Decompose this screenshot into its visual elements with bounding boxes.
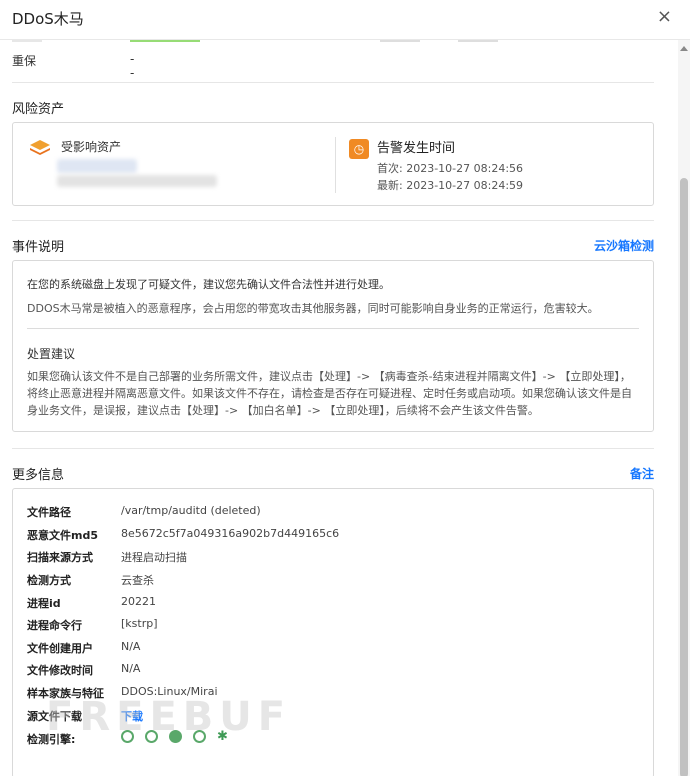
event-description-card: 在您的系统磁盘上发现了可疑文件，建议您先确认文件合法性并进行处理。 DDOS木马… — [12, 260, 654, 432]
row-value: -- — [130, 52, 135, 80]
divider — [12, 220, 654, 221]
alarm-time-label: 告警发生时间 — [377, 141, 456, 156]
row-key: 重保 — [12, 54, 37, 68]
engine-icon-3[interactable] — [169, 730, 182, 743]
first-time-value: 2023-10-27 08:24:56 — [406, 162, 524, 175]
scrollbar-thumb[interactable] — [680, 178, 688, 776]
info-key: 检测方式 — [27, 574, 71, 587]
info-key: 样本家族与特征 — [27, 687, 104, 700]
info-value: 云查杀 — [121, 574, 154, 587]
info-key: 检测引擎: — [27, 733, 76, 746]
first-alarm-time: 首次: 2023-10-27 08:24:56 — [377, 160, 523, 176]
info-key: 文件修改时间 — [27, 664, 93, 677]
scrollbar[interactable] — [678, 40, 690, 776]
last-alarm-time: 最新: 2023-10-27 08:24:59 — [377, 177, 523, 193]
section-title-risk-assets: 风险资产 — [12, 102, 65, 117]
info-value: 进程启动扫描 — [121, 551, 187, 564]
redacted-asset-name — [57, 159, 137, 173]
info-key: 进程命令行 — [27, 619, 82, 632]
info-key: 文件创建用户 — [27, 642, 93, 655]
last-label: 最新: — [377, 179, 403, 192]
vertical-divider — [335, 137, 336, 193]
scroll-up-icon[interactable] — [680, 46, 688, 51]
first-label: 首次: — [377, 162, 403, 175]
dialog-content: 重保 -- 风险资产 受影响资产 ◷ 告警发生时间 首次: 2023-10-27… — [0, 40, 678, 776]
cloud-sandbox-link[interactable]: 云沙箱检测 — [594, 237, 654, 254]
remark-link[interactable]: 备注 — [630, 465, 654, 482]
info-value: N/A — [121, 662, 141, 675]
info-key: 文件路径 — [27, 506, 71, 519]
dialog-header: DDoS木马 × — [0, 0, 690, 40]
dialog-title: DDoS木马 — [12, 10, 84, 28]
download-link[interactable]: 下载 — [121, 708, 143, 724]
info-value: N/A — [121, 640, 141, 653]
risk-asset-card: 受影响资产 ◷ 告警发生时间 首次: 2023-10-27 08:24:56 最… — [12, 122, 654, 206]
section-title-event: 事件说明 — [12, 240, 65, 255]
engine-icon-5[interactable]: ✱ — [217, 730, 230, 743]
close-icon[interactable]: × — [657, 6, 672, 27]
status-badge — [130, 40, 200, 42]
info-value: /var/tmp/auditd (deleted) — [121, 504, 261, 517]
info-key: 扫描来源方式 — [27, 551, 93, 564]
section-title-more-info: 更多信息 — [12, 468, 65, 483]
info-value: 8e5672c5f7a049316a902b7d449165c6 — [121, 527, 340, 540]
info-key: 恶意文件md5 — [27, 529, 98, 542]
event-summary: 在您的系统磁盘上发现了可疑文件，建议您先确认文件合法性并进行处理。 — [27, 278, 390, 291]
clock-icon: ◷ — [349, 139, 369, 159]
stack-icon — [30, 140, 50, 155]
redacted-asset-ip — [57, 175, 217, 187]
previous-row-partial — [12, 40, 652, 46]
handling-advice-text: 如果您确认该文件不是自己部署的业务所需文件，建议点击【处理】-> 【病毒查杀-结… — [27, 370, 632, 417]
last-time-value: 2023-10-27 08:24:59 — [406, 179, 524, 192]
info-value: 20221 — [121, 595, 156, 608]
divider — [12, 82, 654, 83]
engine-icon-4[interactable] — [193, 730, 206, 743]
affected-asset-label: 受影响资产 — [61, 140, 122, 154]
info-value: [kstrp] — [121, 617, 158, 630]
info-key: 源文件下载 — [27, 710, 82, 723]
divider — [27, 328, 639, 329]
event-detail: DDOS木马常是被植入的恶意程序，会占用您的带宽攻击其他服务器，同时可能影响自身… — [27, 302, 599, 315]
engine-icon-1[interactable] — [121, 730, 134, 743]
info-key: 进程id — [27, 597, 61, 610]
engine-icon-2[interactable] — [145, 730, 158, 743]
info-value: DDOS:Linux/Mirai — [121, 685, 218, 698]
more-info-card: 文件路径 /var/tmp/auditd (deleted) 恶意文件md5 8… — [12, 488, 654, 776]
handling-advice-title: 处置建议 — [27, 347, 76, 361]
divider — [12, 448, 654, 449]
